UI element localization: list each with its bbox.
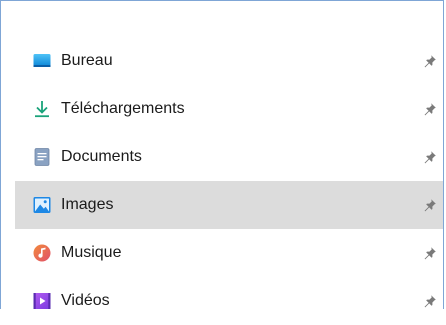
nav-item-bureau[interactable]: Bureau (15, 37, 443, 85)
nav-item-label: Bureau (61, 52, 113, 69)
nav-item-videos[interactable]: Vidéos (15, 277, 443, 325)
nav-item-label: Téléchargements (61, 100, 185, 117)
download-icon (35, 101, 49, 118)
nav-item-musique[interactable]: Musique (15, 229, 443, 277)
pin-icon[interactable] (423, 198, 437, 212)
pin-icon[interactable] (423, 102, 437, 116)
pin-icon[interactable] (423, 54, 437, 68)
document-icon (34, 148, 50, 166)
quick-access-list: Bureau Téléchargements Documents Images … (15, 37, 443, 325)
nav-item-label: Musique (61, 244, 122, 261)
navigation-pane: Bureau Téléchargements Documents Images … (0, 0, 444, 309)
nav-item-images[interactable]: Images (15, 181, 443, 229)
music-icon (33, 244, 51, 262)
nav-item-label: Images (61, 196, 114, 213)
nav-item-documents[interactable]: Documents (15, 133, 443, 181)
pin-icon[interactable] (423, 294, 437, 308)
pin-icon[interactable] (423, 150, 437, 164)
nav-item-telechargements[interactable]: Téléchargements (15, 85, 443, 133)
pictures-icon (33, 197, 51, 213)
desktop-icon (33, 54, 51, 67)
nav-item-label: Documents (61, 148, 142, 165)
pin-icon[interactable] (423, 246, 437, 260)
videos-icon (33, 293, 51, 309)
